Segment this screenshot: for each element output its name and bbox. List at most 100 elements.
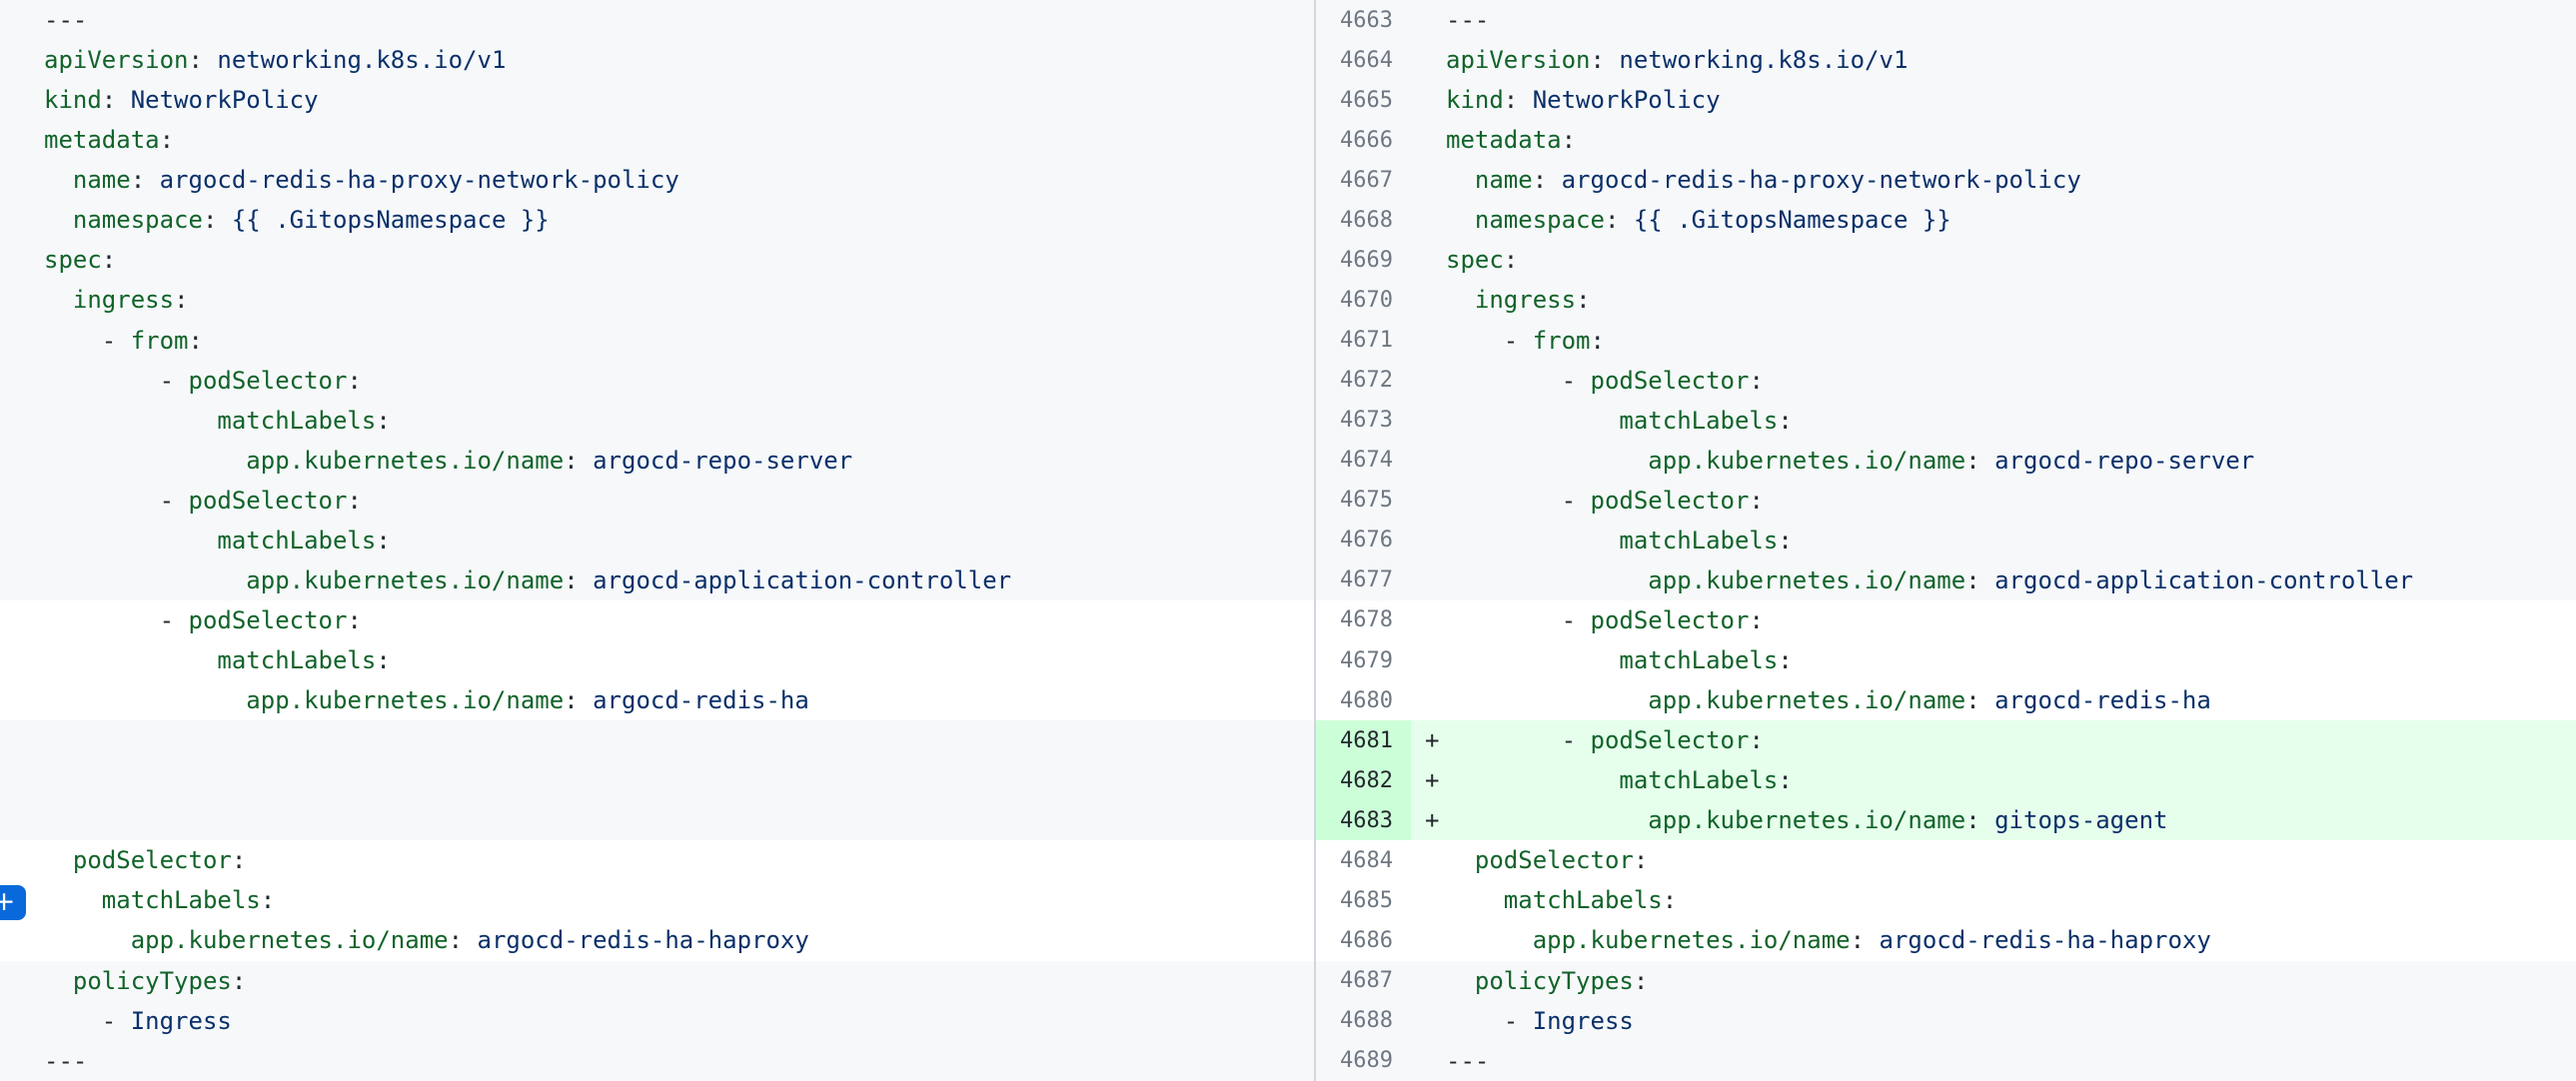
line-number[interactable]: 4674 <box>1316 441 1411 481</box>
code-line: namespace: {{ .GitopsNamespace }} <box>1411 200 2576 240</box>
diff-row: 4669spec: <box>1316 240 2576 280</box>
code-line: policyTypes: <box>1411 961 2576 1001</box>
diff-row: matchLabels: <box>0 640 1314 680</box>
code-line: ingress: <box>0 280 1314 320</box>
diff-row: name: argocd-redis-ha-proxy-network-poli… <box>0 160 1314 200</box>
code-line: --- <box>1411 0 2576 40</box>
line-number[interactable]: 4665 <box>1316 80 1411 120</box>
diff-row: 4673 matchLabels: <box>1316 401 2576 441</box>
code-line: namespace: {{ .GitopsNamespace }} <box>0 200 1314 240</box>
add-comment-button[interactable]: + <box>0 885 26 920</box>
diff-row-added: 4683+ app.kubernetes.io/name: gitops-age… <box>1316 800 2576 840</box>
line-number[interactable]: 4676 <box>1316 521 1411 560</box>
line-number[interactable]: 4678 <box>1316 600 1411 640</box>
diff-row: matchLabels: <box>0 401 1314 441</box>
line-number[interactable]: 4667 <box>1316 160 1411 200</box>
diff-row: matchLabels: <box>0 521 1314 560</box>
plus-icon: + <box>0 888 15 915</box>
code-line: + matchLabels: <box>1411 760 2576 800</box>
diff-row: 4685 matchLabels: <box>1316 880 2576 920</box>
code-line: podSelector: <box>0 840 1314 880</box>
line-number[interactable]: 4663 <box>1316 0 1411 40</box>
diff-row: - Ingress <box>0 1001 1314 1041</box>
code-line: --- <box>1411 1041 2576 1081</box>
line-number[interactable]: 4682 <box>1316 760 1411 800</box>
diff-row: 4687 policyTypes: <box>1316 961 2576 1001</box>
line-number[interactable]: 4670 <box>1316 280 1411 320</box>
diff-marker-added: + <box>1425 726 1439 754</box>
diff-row: --- <box>0 1041 1314 1081</box>
code-line: matchLabels: <box>1411 521 2576 560</box>
code-line: apiVersion: networking.k8s.io/v1 <box>0 40 1314 80</box>
diff-row: kind: NetworkPolicy <box>0 80 1314 120</box>
diff-row: 4674 app.kubernetes.io/name: argocd-repo… <box>1316 441 2576 481</box>
diff-row: - from: <box>0 321 1314 361</box>
diff-right-pane: 4663---4664apiVersion: networking.k8s.io… <box>1316 0 2576 1081</box>
line-number[interactable]: 4689 <box>1316 1041 1411 1081</box>
line-number[interactable]: 4687 <box>1316 961 1411 1001</box>
code-line: + app.kubernetes.io/name: gitops-agent <box>1411 800 2576 840</box>
code-line: matchLabels: <box>0 880 1314 920</box>
code-line: matchLabels: <box>0 401 1314 441</box>
code-line: ingress: <box>1411 280 2576 320</box>
diff-row: 4666metadata: <box>1316 120 2576 160</box>
line-number[interactable]: 4681 <box>1316 720 1411 760</box>
code-line: matchLabels: <box>0 521 1314 560</box>
code-line: matchLabels: <box>1411 401 2576 441</box>
line-number[interactable]: 4680 <box>1316 680 1411 720</box>
code-line: - podSelector: <box>0 600 1314 640</box>
code-line: kind: NetworkPolicy <box>1411 80 2576 120</box>
diff-row: 4667 name: argocd-redis-ha-proxy-network… <box>1316 160 2576 200</box>
line-number[interactable]: 4683 <box>1316 800 1411 840</box>
line-number[interactable]: 4668 <box>1316 200 1411 240</box>
diff-row: 4675 - podSelector: <box>1316 481 2576 521</box>
diff-row: app.kubernetes.io/name: argocd-applicati… <box>0 560 1314 600</box>
diff-row: 4688 - Ingress <box>1316 1001 2576 1041</box>
code-line: matchLabels: <box>0 640 1314 680</box>
code-line: - podSelector: <box>0 481 1314 521</box>
code-line <box>0 720 1314 760</box>
line-number[interactable]: 4679 <box>1316 640 1411 680</box>
code-line: - podSelector: <box>1411 481 2576 521</box>
line-number[interactable]: 4688 <box>1316 1001 1411 1041</box>
diff-row <box>0 760 1314 800</box>
line-number[interactable]: 4684 <box>1316 840 1411 880</box>
split-diff-view: ---apiVersion: networking.k8s.io/v1kind:… <box>0 0 2576 1081</box>
code-line: spec: <box>0 240 1314 280</box>
line-number[interactable]: 4677 <box>1316 560 1411 600</box>
code-line: + - podSelector: <box>1411 720 2576 760</box>
code-line: app.kubernetes.io/name: argocd-repo-serv… <box>0 441 1314 481</box>
code-line: apiVersion: networking.k8s.io/v1 <box>1411 40 2576 80</box>
diff-row: --- <box>0 0 1314 40</box>
line-number[interactable]: 4686 <box>1316 920 1411 960</box>
line-number[interactable]: 4672 <box>1316 361 1411 401</box>
line-number[interactable]: 4666 <box>1316 120 1411 160</box>
diff-row: spec: <box>0 240 1314 280</box>
line-number[interactable]: 4685 <box>1316 880 1411 920</box>
diff-row: 4677 app.kubernetes.io/name: argocd-appl… <box>1316 560 2576 600</box>
code-line: app.kubernetes.io/name: argocd-redis-ha <box>0 680 1314 720</box>
line-number[interactable]: 4675 <box>1316 481 1411 521</box>
diff-left-pane: ---apiVersion: networking.k8s.io/v1kind:… <box>0 0 1314 1081</box>
code-line: app.kubernetes.io/name: argocd-redis-ha <box>1411 680 2576 720</box>
code-line <box>0 760 1314 800</box>
code-line: - podSelector: <box>0 361 1314 401</box>
line-number[interactable]: 4671 <box>1316 321 1411 361</box>
line-number[interactable]: 4669 <box>1316 240 1411 280</box>
code-line: --- <box>0 0 1314 40</box>
diff-row: 4672 - podSelector: <box>1316 361 2576 401</box>
line-number[interactable]: 4664 <box>1316 40 1411 80</box>
line-number[interactable]: 4673 <box>1316 401 1411 441</box>
code-line: name: argocd-redis-ha-proxy-network-poli… <box>0 160 1314 200</box>
diff-row: namespace: {{ .GitopsNamespace }} <box>0 200 1314 240</box>
code-line: metadata: <box>0 120 1314 160</box>
diff-row: policyTypes: <box>0 961 1314 1001</box>
diff-row: ingress: <box>0 280 1314 320</box>
diff-row: app.kubernetes.io/name: argocd-redis-ha <box>0 680 1314 720</box>
diff-row: 4689--- <box>1316 1041 2576 1081</box>
diff-row: app.kubernetes.io/name: argocd-redis-ha-… <box>0 920 1314 960</box>
diff-row: - podSelector: <box>0 600 1314 640</box>
diff-row: 4678 - podSelector: <box>1316 600 2576 640</box>
diff-row: 4668 namespace: {{ .GitopsNamespace }} <box>1316 200 2576 240</box>
diff-row: 4670 ingress: <box>1316 280 2576 320</box>
